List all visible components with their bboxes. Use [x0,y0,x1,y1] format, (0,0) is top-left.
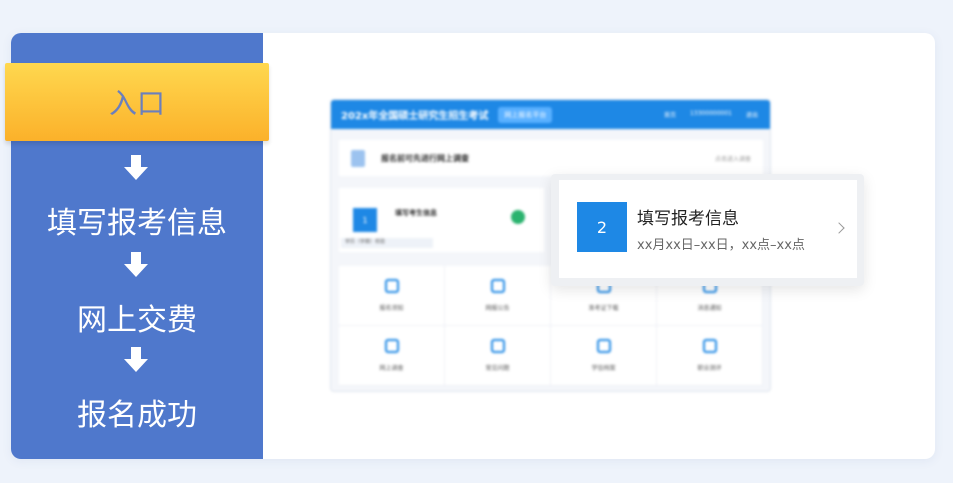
preview-grid-label: 常见问题 [485,365,510,372]
down-arrow-icon [124,347,148,373]
speaker-icon [490,279,505,293]
preview-grid-label: 报名须知 [379,305,404,312]
step-fill-info: 填写报考信息 [47,206,227,241]
preview-grid-item: 常见问题 [445,326,551,386]
preview-grid-label: 职业测评 [697,365,722,372]
preview-grid-item: 学信档案 [551,326,657,386]
preview-grid-label: 网上调查 [379,365,404,372]
preview-nav-logout: 退出 [745,112,758,119]
preview-nav-phone: 13300000001 [689,110,732,117]
preview-nav: 首页 13300000001 退出 [664,110,770,119]
chevron-right-icon [833,222,845,234]
preview-grid-label: 消息通知 [697,305,722,312]
preview-nav-home: 首页 [663,112,676,119]
preview-step-row: 1 填写考生信息 学历（学籍）校验 [339,188,544,252]
preview-grid-item: 报名须知 [339,266,445,326]
entry-step: 入口 [5,63,269,141]
step-popup: 2 填写报考信息 xx月xx日–xx日，xx点–xx点 [551,174,864,286]
preview-step-num: 1 [353,208,377,232]
cap-icon [596,339,611,353]
step-popup-card[interactable]: 2 填写报考信息 xx月xx日–xx日，xx点–xx点 [559,180,857,278]
down-arrow-icon [124,252,148,278]
preview-step-tag: 学历（学籍）校验 [341,238,433,248]
preview-banner: 报名前可先进行网上调查 点击进入调查 [339,140,763,176]
preview-badge: 网上报名平台 [498,106,553,123]
check-icon [511,210,525,224]
step-success: 报名成功 [77,398,197,433]
clipboard-icon [384,339,399,353]
step-online-payment: 网上交费 [77,303,197,338]
preview-banner-link: 点击进入调查 [714,155,751,163]
preview-header: 202x年全国硕士研究生招生考试 网上报名平台 首页 13300000001 退… [331,100,770,129]
preview-grid-item: 网上调查 [339,326,445,386]
preview-grid-label: 网报公告 [485,305,510,312]
preview-grid-label: 学信档案 [591,365,616,372]
question-icon [490,339,505,353]
down-arrow-icon [124,155,148,181]
preview-grid-item: 网报公告 [445,266,551,326]
preview-step-title: 填写考生信息 [395,209,437,217]
step-number-badge: 2 [577,202,627,252]
checklist-icon [702,339,717,353]
preview-title: 202x年全国硕士研究生招生考试 [341,111,489,122]
step-popup-subtitle: xx月xx日–xx日，xx点–xx点 [637,238,805,253]
bulb-icon [384,279,399,293]
preview-grid-label: 准考证下载 [588,305,619,312]
preview-banner-text: 报名前可先进行网上调查 [381,153,469,163]
document-icon [351,149,365,167]
step-popup-title: 填写报考信息 [637,209,739,229]
preview-grid-item: 职业测评 [657,326,763,386]
